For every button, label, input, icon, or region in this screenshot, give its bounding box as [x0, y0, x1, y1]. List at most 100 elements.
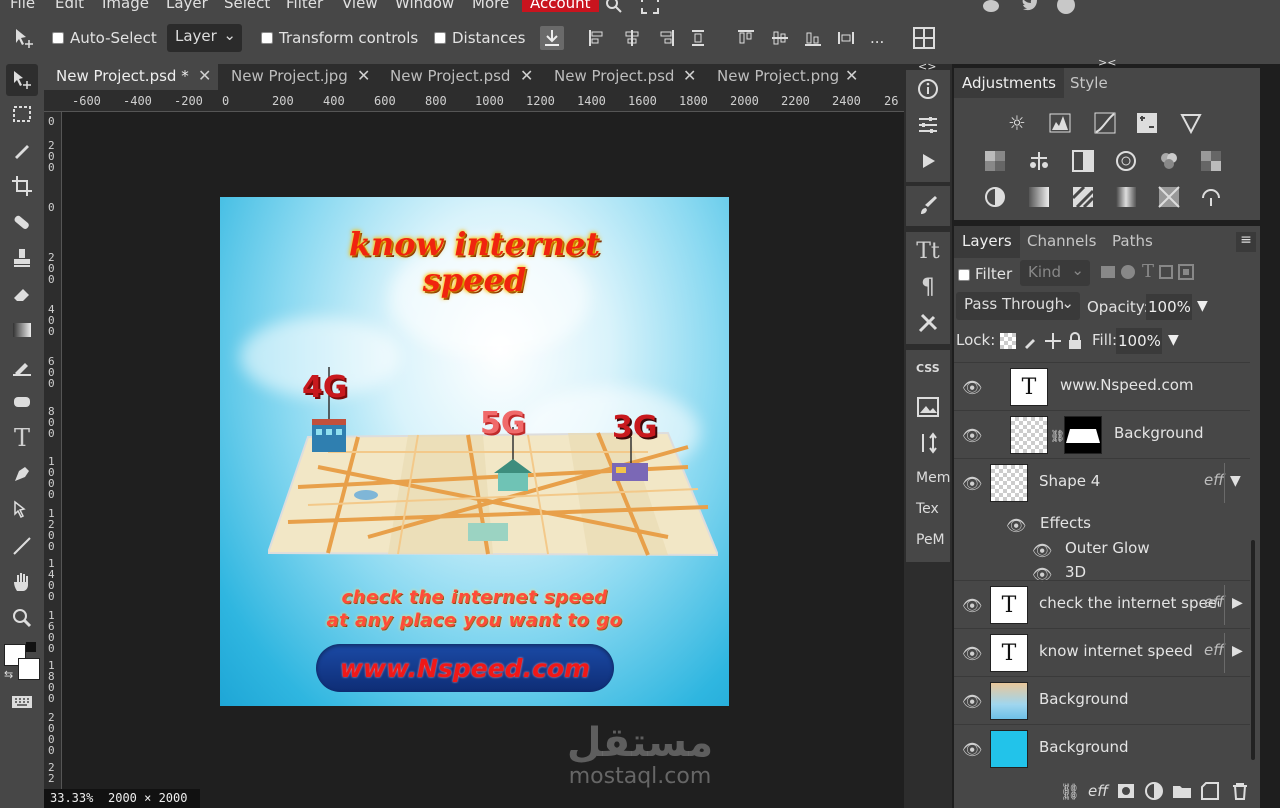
- search-icon[interactable]: [604, 0, 624, 14]
- lasso-tool[interactable]: [6, 134, 38, 166]
- align-bottom-icon[interactable]: [801, 26, 825, 50]
- align-middle-v-icon[interactable]: [768, 26, 792, 50]
- vibrance-icon[interactable]: [1178, 110, 1204, 136]
- line-tool[interactable]: [6, 530, 38, 562]
- link-icon[interactable]: ⛓: [1050, 429, 1065, 443]
- color-balance-icon[interactable]: [1026, 148, 1052, 174]
- link-layers-icon[interactable]: ⛓: [1058, 780, 1082, 802]
- tab-new-project-psd-modified[interactable]: New Project.psd * ✕: [44, 64, 218, 90]
- pen-tool[interactable]: [6, 458, 38, 490]
- layer-row[interactable]: 👁 Shape 4 eff ▼: [954, 458, 1250, 506]
- filter-shape-icon[interactable]: [1158, 264, 1174, 280]
- text-panel-button[interactable]: Tex: [916, 501, 939, 517]
- lock-position-icon[interactable]: [1044, 332, 1062, 350]
- actions-play-icon[interactable]: [914, 148, 942, 174]
- lock-pixels-icon[interactable]: [1022, 332, 1040, 350]
- effect-3d[interactable]: 3D: [1065, 563, 1086, 581]
- memory-panel-button[interactable]: Mem: [916, 470, 950, 486]
- tab-style[interactable]: Style: [1070, 74, 1108, 92]
- adjustment-layer-icon[interactable]: [1142, 780, 1166, 802]
- filter-checkbox[interactable]: [958, 269, 970, 281]
- gradient-tool[interactable]: [6, 314, 38, 346]
- menu-image[interactable]: Image: [102, 0, 149, 12]
- layer-row[interactable]: 👁 T check the internet speed eff ▶: [954, 580, 1250, 628]
- collapse-effects-icon[interactable]: ▼: [1230, 473, 1241, 489]
- keyboard-icon[interactable]: [6, 686, 38, 718]
- close-icon[interactable]: ✕: [357, 64, 370, 88]
- arrange-icon[interactable]: [914, 430, 942, 456]
- info-icon[interactable]: [914, 76, 942, 102]
- align-center-h-icon[interactable]: [620, 26, 644, 50]
- effects-indicator[interactable]: eff: [1204, 471, 1224, 489]
- tab-paths[interactable]: Paths: [1112, 232, 1153, 250]
- properties-icon[interactable]: [914, 112, 942, 138]
- distribute-h-icon[interactable]: [686, 26, 710, 50]
- selective-color-icon[interactable]: [1156, 184, 1182, 210]
- move-tool[interactable]: [6, 64, 38, 96]
- menu-more[interactable]: More: [472, 0, 509, 12]
- levels-icon[interactable]: [1047, 110, 1073, 136]
- filter-image-icon[interactable]: [1100, 264, 1116, 280]
- eraser-tool[interactable]: [6, 278, 38, 310]
- exposure-icon[interactable]: [1134, 110, 1160, 136]
- effects-indicator[interactable]: eff: [1204, 641, 1224, 659]
- auto-select-checkbox[interactable]: [52, 32, 64, 44]
- menu-select[interactable]: Select: [224, 0, 270, 12]
- twitter-icon[interactable]: [1020, 0, 1042, 14]
- kind-dropdown[interactable]: Kind ⌄: [1020, 260, 1090, 286]
- menu-layer[interactable]: Layer: [166, 0, 208, 12]
- visibility-eye-icon[interactable]: 👁: [962, 426, 982, 445]
- opacity-input[interactable]: 100%: [1146, 294, 1192, 320]
- layer-row[interactable]: 👁 T www.Nspeed.com: [954, 362, 1250, 410]
- image-panel-icon[interactable]: [914, 394, 942, 420]
- add-mask-icon[interactable]: [1114, 780, 1138, 802]
- distribute-v-icon[interactable]: [834, 26, 858, 50]
- opacity-dropdown-icon[interactable]: ▼: [1197, 298, 1208, 314]
- posterize-icon[interactable]: [1026, 184, 1052, 210]
- character-icon[interactable]: Tt: [914, 238, 942, 264]
- distances-checkbox[interactable]: [434, 32, 446, 44]
- healing-tool[interactable]: [6, 206, 38, 238]
- background-color-swatch[interactable]: [18, 658, 40, 680]
- download-icon[interactable]: [540, 26, 564, 50]
- visibility-eye-icon[interactable]: 👁: [962, 740, 982, 759]
- pem-panel-button[interactable]: PeM: [916, 532, 945, 548]
- menu-window[interactable]: Window: [395, 0, 454, 12]
- crop-tool[interactable]: [6, 170, 38, 202]
- align-left-icon[interactable]: [585, 26, 609, 50]
- curves-icon[interactable]: [1092, 110, 1118, 136]
- invert-icon[interactable]: [982, 184, 1008, 210]
- move-tool-icon[interactable]: [12, 26, 36, 50]
- gradient-map-icon[interactable]: [1113, 184, 1139, 210]
- layer-row[interactable]: 👁 Background: [954, 676, 1250, 724]
- photo-filter-icon[interactable]: [1113, 148, 1139, 174]
- filter-adjustment-icon[interactable]: [1120, 264, 1136, 280]
- paragraph-icon[interactable]: ¶: [914, 274, 942, 300]
- tab-new-project-psd-2[interactable]: New Project.psd ✕: [542, 64, 704, 90]
- lock-all-icon[interactable]: [1066, 332, 1084, 350]
- visibility-eye-icon[interactable]: 👁: [1006, 516, 1026, 535]
- filter-text-icon[interactable]: T: [1140, 261, 1156, 282]
- auto-select-mode-dropdown[interactable]: Layer ⌄: [167, 24, 242, 52]
- visibility-eye-icon[interactable]: 👁: [1032, 541, 1052, 560]
- align-top-icon[interactable]: [734, 26, 758, 50]
- effects-indicator[interactable]: eff: [1204, 593, 1224, 611]
- menu-file[interactable]: File: [10, 0, 35, 12]
- replace-color-icon[interactable]: [1198, 184, 1224, 210]
- delete-trash-icon[interactable]: [1228, 780, 1252, 802]
- tab-channels[interactable]: Channels: [1027, 232, 1096, 250]
- brightness-icon[interactable]: ☼: [1004, 110, 1030, 136]
- channel-mixer-icon[interactable]: [1156, 148, 1182, 174]
- reddit-icon[interactable]: [980, 0, 1002, 14]
- menu-filter[interactable]: Filter: [286, 0, 323, 12]
- new-group-folder-icon[interactable]: [1170, 780, 1194, 802]
- zoom-level[interactable]: 33.33%: [50, 791, 93, 805]
- menu-view[interactable]: View: [342, 0, 378, 12]
- css-panel-button[interactable]: CSS: [916, 362, 940, 375]
- blend-mode-dropdown[interactable]: Pass Through ⌄: [956, 292, 1080, 320]
- marquee-tool[interactable]: [6, 98, 38, 130]
- visibility-eye-icon[interactable]: 👁: [962, 644, 982, 663]
- transform-controls-checkbox[interactable]: [261, 32, 273, 44]
- tab-new-project-png[interactable]: New Project.png ✕: [705, 64, 870, 90]
- fill-dropdown-icon[interactable]: ▼: [1168, 332, 1179, 348]
